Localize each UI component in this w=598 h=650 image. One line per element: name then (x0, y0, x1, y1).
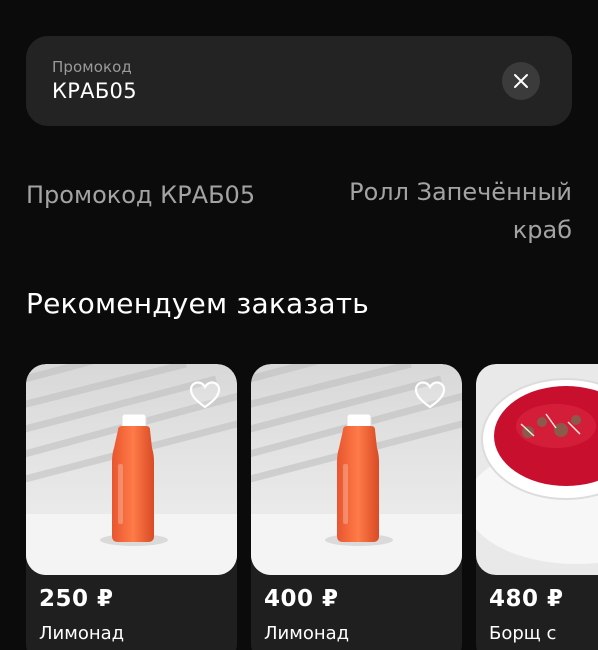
product-price: 400 ₽ (264, 586, 339, 612)
product-card[interactable]: 480 ₽ Борщ с (476, 364, 598, 650)
product-price: 250 ₽ (39, 586, 114, 612)
recommendations-carousel[interactable]: 250 ₽ Лимонад 400 ₽ Лимонад 480 ₽ Борщ с (26, 364, 598, 650)
clear-promo-button[interactable] (502, 62, 540, 100)
promo-code-field[interactable]: Промокод КРАБ05 (26, 36, 572, 126)
close-icon (514, 74, 528, 88)
product-price: 480 ₽ (489, 586, 564, 612)
heart-icon[interactable] (189, 380, 221, 410)
promo-gift-item: Ролл Запечённый краб (349, 178, 572, 244)
promo-applied-text: Промокод КРАБ05 (26, 181, 256, 209)
product-card[interactable]: 250 ₽ Лимонад (26, 364, 237, 650)
product-name: Лимонад (264, 623, 350, 644)
promo-code-input[interactable]: КРАБ05 (52, 79, 137, 103)
product-image-borscht (476, 364, 598, 575)
screen: Промокод КРАБ05 Промокод КРАБ05 Ролл Зап… (0, 0, 598, 650)
product-name: Борщ с (489, 623, 557, 644)
product-name: Лимонад (39, 623, 125, 644)
product-card[interactable]: 400 ₽ Лимонад (251, 364, 462, 650)
recommendations-title: Рекомендуем заказать (26, 287, 369, 320)
promo-code-label: Промокод (52, 58, 132, 76)
heart-icon[interactable] (414, 380, 446, 410)
